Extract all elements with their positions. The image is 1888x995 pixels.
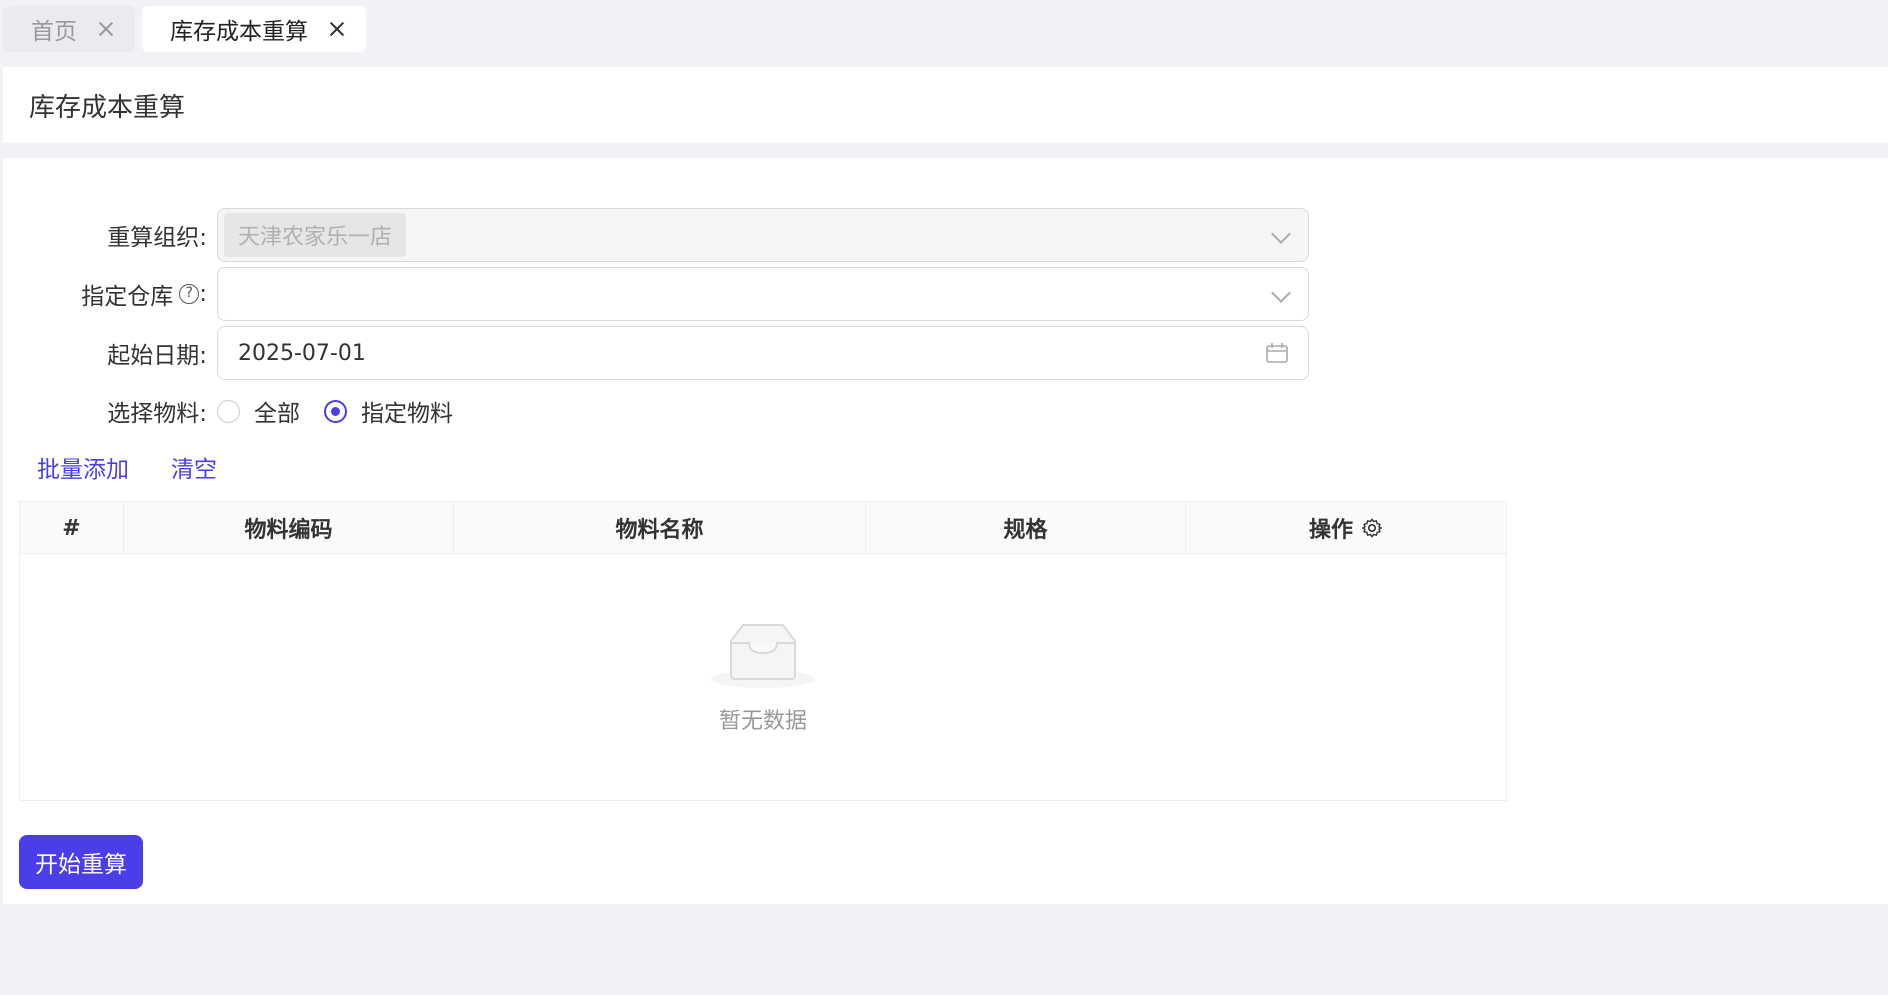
start-recalc-button[interactable]: 开始重算 (19, 835, 143, 889)
chevron-down-icon (1271, 224, 1291, 244)
radio-all-dot[interactable] (217, 399, 240, 423)
tab-active-label: 库存成本重算 (170, 19, 308, 45)
radio-specified-dot[interactable] (324, 399, 347, 423)
warehouse-label-colon: : (199, 281, 207, 307)
start-date-value: 2025-07-01 (238, 340, 366, 366)
warehouse-label: 指定仓库 ? : (3, 277, 217, 311)
radio-specified-label: 指定物料 (361, 401, 453, 427)
start-date-picker[interactable]: 2025-07-01 (217, 326, 1309, 380)
chevron-down-icon (1271, 283, 1291, 303)
batch-add-link[interactable]: 批量添加 (37, 450, 129, 484)
tab-home[interactable]: 首页 (3, 6, 135, 52)
material-table: # 物料编码 物料名称 规格 操作 暂无数据 (19, 501, 1507, 801)
column-header-code: 物料编码 (124, 502, 454, 554)
material-label-text: 选择物料: (107, 401, 207, 427)
org-tag: 天津农家乐一店 (224, 213, 407, 257)
gear-icon[interactable] (1361, 517, 1383, 539)
warehouse-select[interactable] (217, 267, 1309, 321)
column-header-spec: 规格 (866, 502, 1186, 554)
column-header-name: 物料名称 (454, 502, 866, 554)
calendar-icon (1266, 343, 1288, 363)
material-label: 选择物料: (3, 394, 217, 428)
warehouse-label-text: 指定仓库 (81, 284, 174, 310)
form-row-material: 选择物料: 全部 指定物料 (3, 384, 477, 438)
column-header-index: # (20, 502, 124, 554)
empty-state: 暂无数据 (20, 554, 1506, 800)
empty-text: 暂无数据 (718, 709, 807, 734)
table-actions: 批量添加 清空 (37, 450, 259, 484)
org-select[interactable]: 天津农家乐一店 (217, 208, 1309, 262)
form-row-org: 重算组织: 天津农家乐一店 (3, 208, 1309, 262)
form-row-start-date: 起始日期: 2025-07-01 (3, 326, 1309, 380)
radio-all-label: 全部 (254, 401, 300, 427)
table-header: # 物料编码 物料名称 规格 操作 (20, 502, 1506, 554)
close-icon[interactable] (97, 20, 115, 38)
material-radio-group: 全部 指定物料 (217, 394, 477, 428)
page-title: 库存成本重算 (29, 92, 186, 123)
column-header-actions-label: 操作 (1308, 518, 1353, 543)
org-label: 重算组织: (3, 218, 217, 252)
start-date-label: 起始日期: (3, 336, 217, 370)
radio-specified-material[interactable]: 指定物料 (324, 394, 453, 428)
help-icon[interactable]: ? (179, 284, 200, 304)
tab-bar: 首页 库存成本重算 (0, 0, 1888, 64)
close-icon[interactable] (328, 20, 346, 38)
org-label-text: 重算组织: (107, 225, 207, 251)
page-header: 库存成本重算 (3, 67, 1888, 143)
tab-inventory-cost-recalc[interactable]: 库存成本重算 (142, 6, 366, 52)
clear-link[interactable]: 清空 (171, 450, 217, 484)
radio-all[interactable]: 全部 (217, 394, 300, 428)
main-card: 重算组织: 天津农家乐一店 指定仓库 ? : 起始日期: 2025-07-01 (3, 158, 1888, 904)
tab-home-label: 首页 (31, 19, 77, 45)
empty-inbox-icon (711, 624, 815, 688)
form-row-warehouse: 指定仓库 ? : (3, 267, 1309, 321)
column-header-actions: 操作 (1186, 502, 1506, 554)
start-date-label-text: 起始日期: (107, 343, 207, 369)
